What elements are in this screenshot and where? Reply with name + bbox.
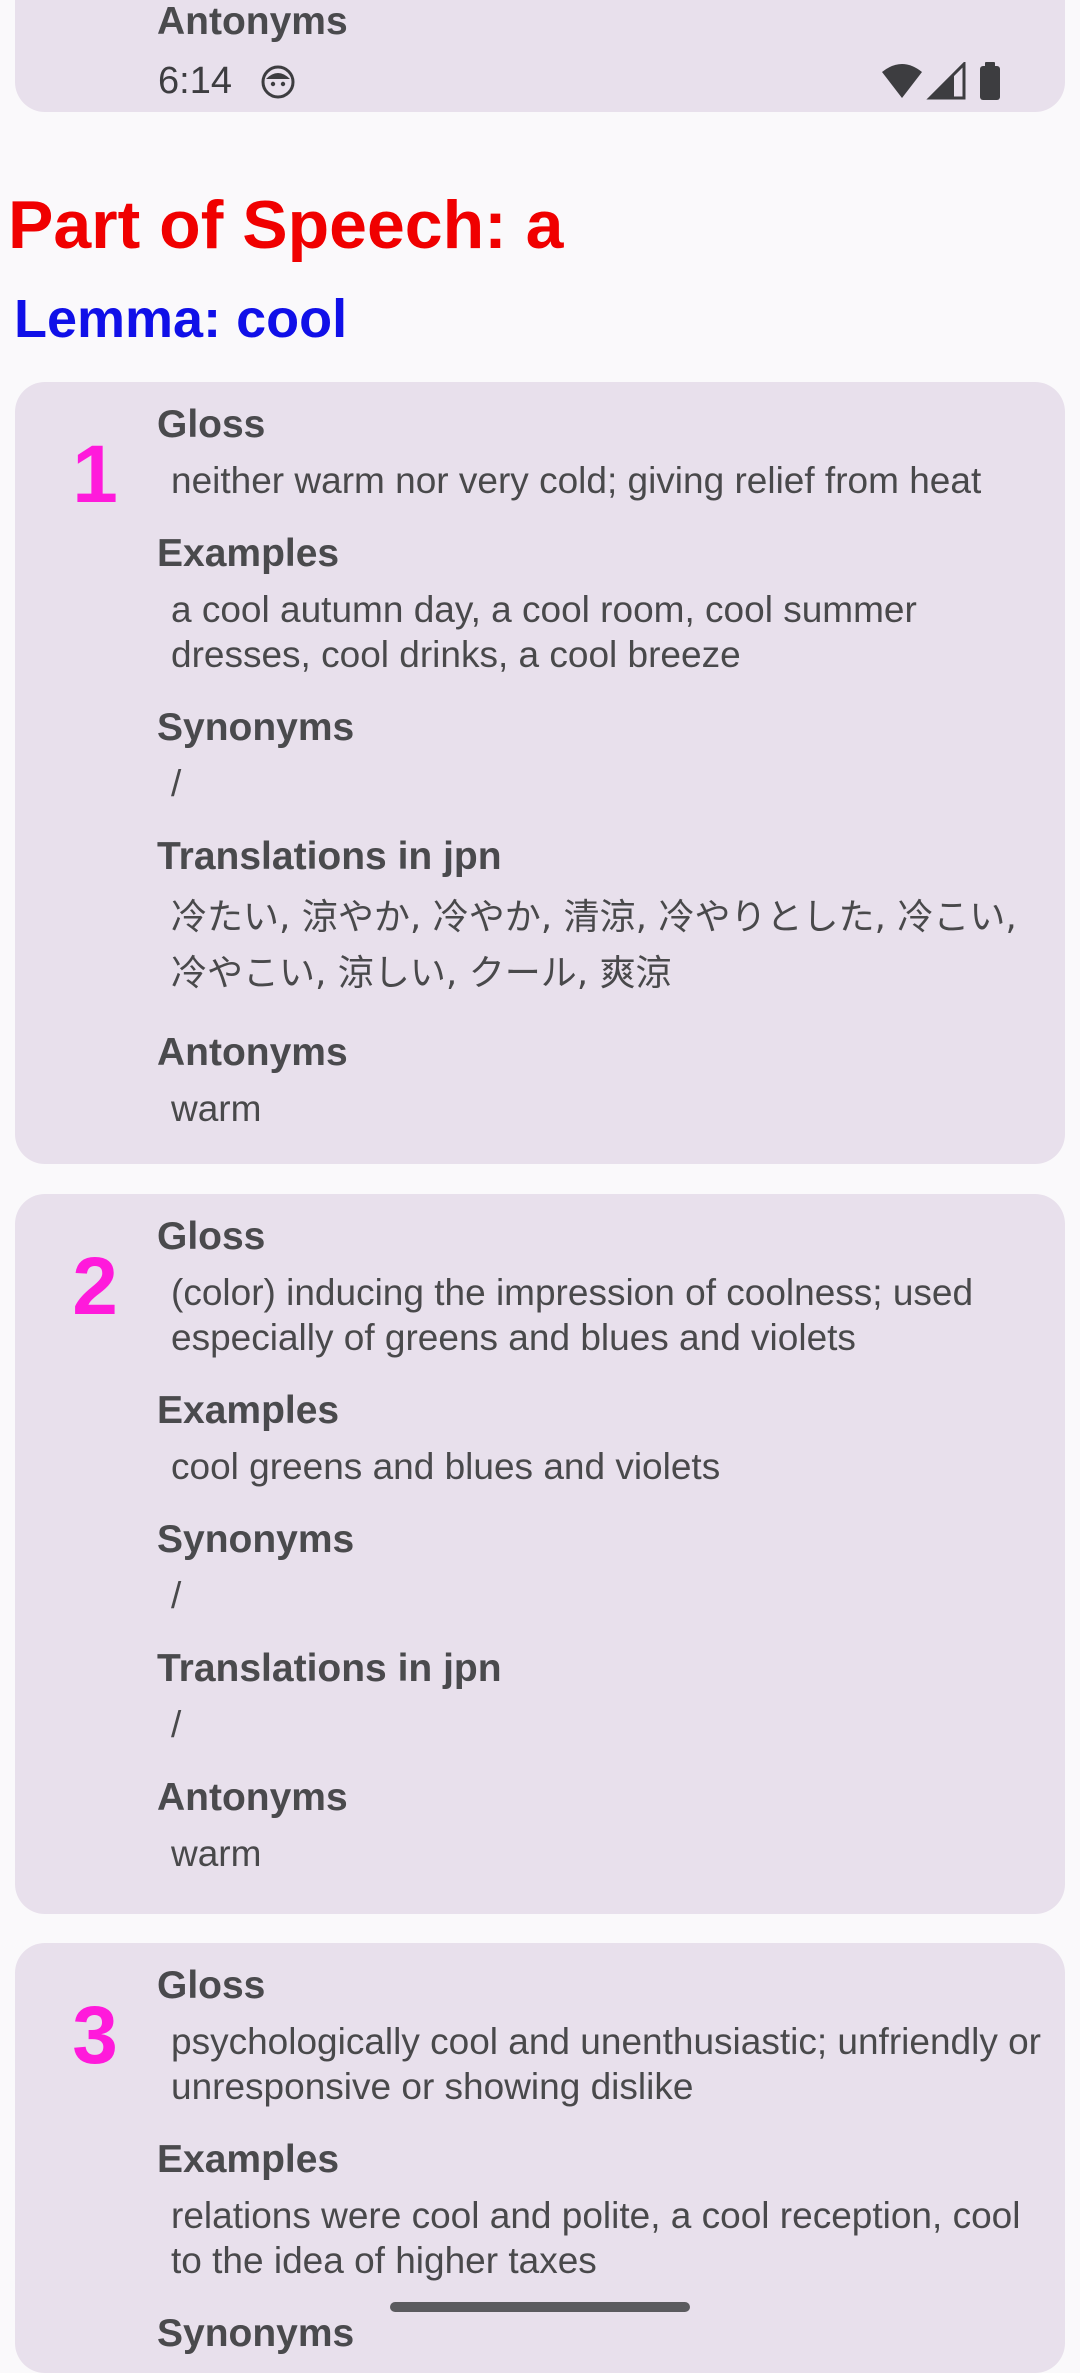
synonyms-label: Synonyms xyxy=(157,1518,355,1561)
examples-field: Examples a cool autumn day, a cool room,… xyxy=(157,525,1065,699)
sense-fields: Gloss neither warm nor very cold; giving… xyxy=(157,396,1065,1153)
system-status-icons xyxy=(882,62,1000,100)
translations-value: 冷たい, 涼やか, 冷やか, 清涼, 冷やりとした, 冷こい, 冷やこい, 涼し… xyxy=(171,897,1017,994)
examples-value: cool greens and blues and violets xyxy=(171,1446,721,1487)
sense-number: 2 xyxy=(72,1241,118,1332)
synonyms-field: Synonyms / xyxy=(157,699,1065,828)
examples-label: Examples xyxy=(157,532,340,575)
translations-field: Translations in jpn 冷たい, 涼やか, 冷やか, 清涼, 冷… xyxy=(157,828,1065,1024)
antonyms-field: Antonyms warm xyxy=(157,1024,1065,1153)
gloss-label: Gloss xyxy=(157,1964,266,2007)
gloss-field: Gloss neither warm nor very cold; giving… xyxy=(157,396,1065,525)
wifi-icon xyxy=(882,64,922,98)
sense-card-1: 1 Gloss neither warm nor very cold; givi… xyxy=(15,382,1065,1164)
synonyms-label: Synonyms xyxy=(157,2312,355,2355)
face-icon xyxy=(261,65,295,99)
part-of-speech-heading: Part of Speech: a xyxy=(8,187,564,263)
examples-value: relations were cool and polite, a cool r… xyxy=(171,2195,1021,2281)
examples-field: Examples cool greens and blues and viole… xyxy=(157,1382,1065,1511)
antonyms-value: warm xyxy=(171,1088,262,1129)
examples-field: Examples relations were cool and polite,… xyxy=(157,2131,1065,2305)
sense-fields: Gloss (color) inducing the impression of… xyxy=(157,1208,1065,1898)
synonyms-value: / xyxy=(171,1575,182,1616)
antonyms-value: warm xyxy=(171,1833,262,1874)
synonyms-field: Synonyms xyxy=(157,2305,1065,2363)
translations-label: Translations in jpn xyxy=(157,1647,502,1690)
examples-value: a cool autumn day, a cool room, cool sum… xyxy=(171,589,917,675)
gloss-field: Gloss (color) inducing the impression of… xyxy=(157,1208,1065,1382)
gloss-value: psychologically cool and unenthusiastic;… xyxy=(171,2021,1042,2107)
synonyms-field: Synonyms / xyxy=(157,1511,1065,1640)
lemma-heading: Lemma: cool xyxy=(14,289,348,349)
examples-label: Examples xyxy=(157,2138,340,2181)
antonyms-field: Antonyms warm xyxy=(157,1769,1065,1898)
gloss-value: (color) inducing the impression of cooln… xyxy=(171,1272,974,1358)
translations-value: / xyxy=(171,1704,182,1745)
battery-icon xyxy=(980,62,1000,100)
gloss-value: neither warm nor very cold; giving relie… xyxy=(171,460,982,501)
cell-signal-icon xyxy=(926,62,966,100)
gloss-label: Gloss xyxy=(157,403,266,446)
status-bar: 6:14 xyxy=(0,52,1080,112)
antonyms-label: Antonyms xyxy=(157,1031,348,1074)
synonyms-value: / xyxy=(171,763,182,804)
status-time: 6:14 xyxy=(158,60,232,102)
sense-card-2: 2 Gloss (color) inducing the impression … xyxy=(15,1194,1065,1914)
synonyms-label: Synonyms xyxy=(157,706,355,749)
translations-field: Translations in jpn / xyxy=(157,1640,1065,1769)
sense-number: 3 xyxy=(72,1990,118,2081)
gloss-label: Gloss xyxy=(157,1215,266,1258)
examples-label: Examples xyxy=(157,1389,340,1432)
sense-number: 1 xyxy=(72,429,118,520)
gloss-field: Gloss psychologically cool and unenthusi… xyxy=(157,1957,1065,2131)
translations-label: Translations in jpn xyxy=(157,835,502,878)
home-indicator[interactable] xyxy=(390,2302,690,2312)
antonyms-label: Antonyms xyxy=(157,0,348,43)
antonyms-label: Antonyms xyxy=(157,1776,348,1819)
